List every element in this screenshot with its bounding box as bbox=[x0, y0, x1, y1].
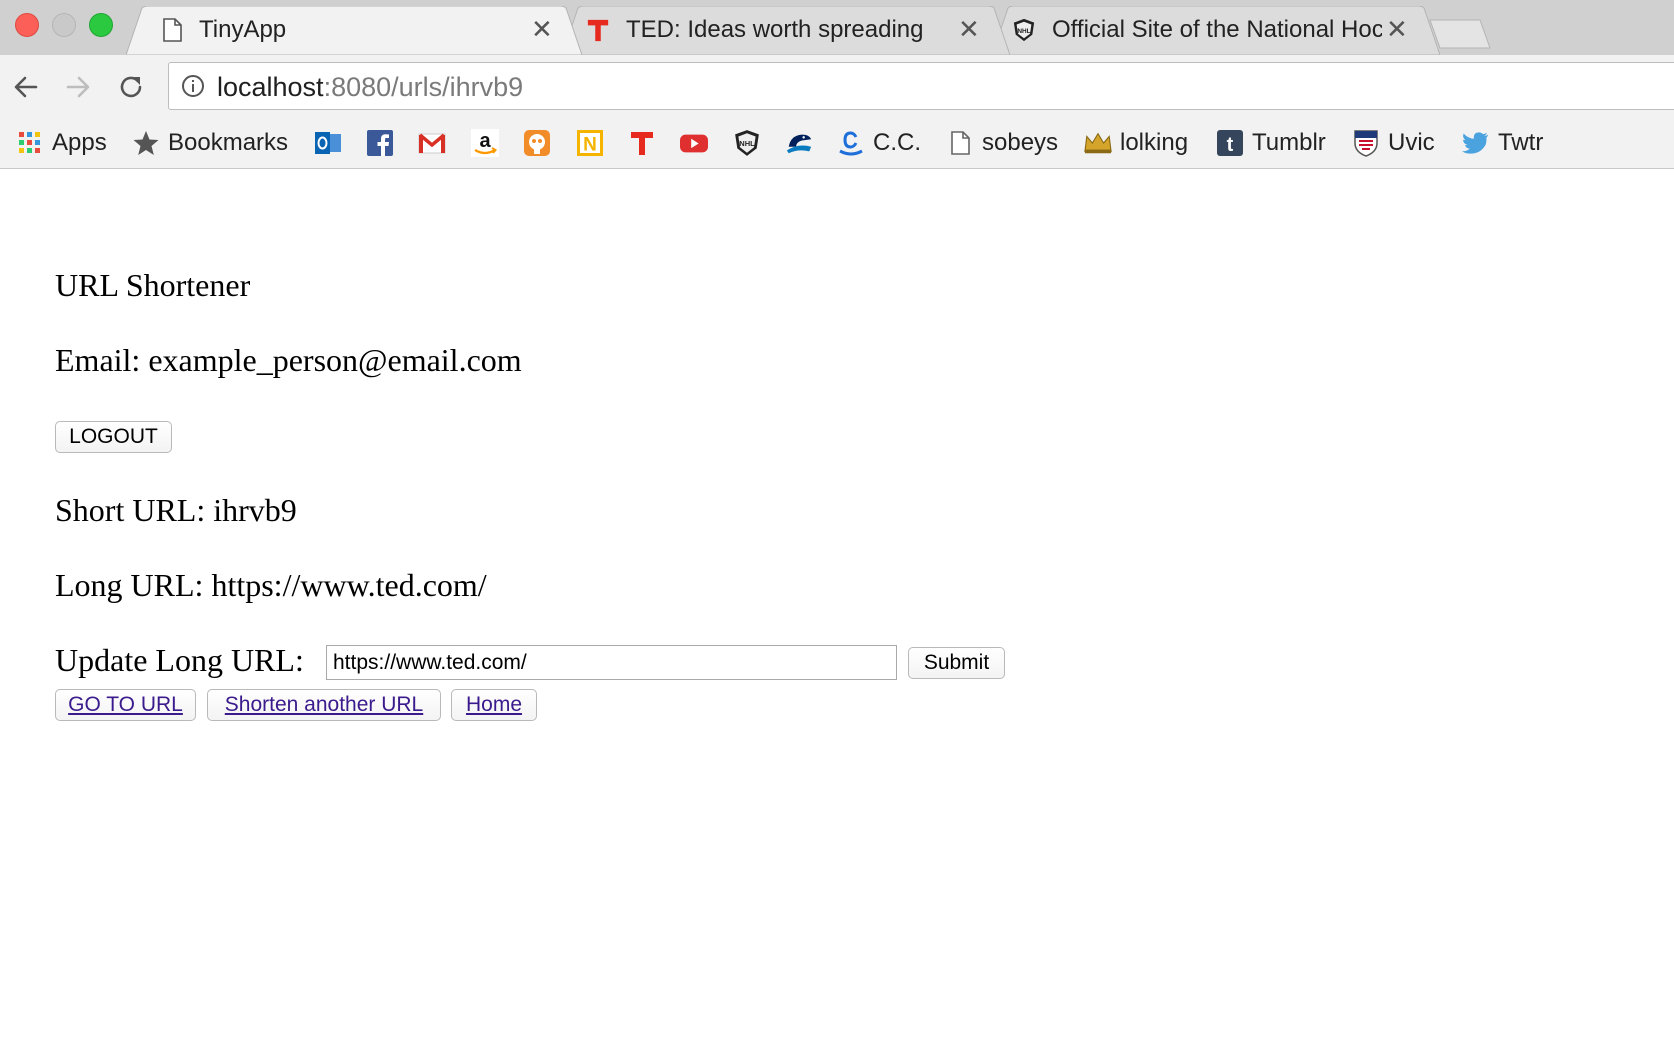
ted-icon bbox=[628, 129, 656, 157]
bookmark-sobeys[interactable]: sobeys bbox=[946, 127, 1058, 159]
cc-icon bbox=[837, 129, 865, 157]
ted-icon bbox=[586, 17, 610, 43]
tab-title: TED: Ideas worth spreading bbox=[626, 16, 924, 43]
logout-button[interactable]: LOGOUT bbox=[55, 421, 172, 453]
bookmark-tumblr[interactable]: t Tumblr bbox=[1216, 127, 1326, 159]
facebook-icon bbox=[366, 129, 394, 157]
tab-title: TinyApp bbox=[199, 16, 287, 43]
amazon-icon: a bbox=[471, 129, 499, 157]
bookmark-label: Twtr bbox=[1498, 129, 1544, 156]
bookmark-lolking[interactable]: lolking bbox=[1084, 127, 1188, 159]
nhl-icon: NHL bbox=[733, 129, 761, 157]
bookmark-facebook[interactable] bbox=[366, 127, 394, 159]
page-icon bbox=[946, 129, 974, 157]
star-icon bbox=[132, 129, 160, 157]
bookmark-ted[interactable] bbox=[628, 127, 656, 159]
page-icon bbox=[160, 17, 184, 43]
bookmark-bookmarks[interactable]: Bookmarks bbox=[132, 127, 288, 159]
arrow-right-icon bbox=[66, 76, 90, 98]
bookmark-nhl[interactable]: NHL bbox=[733, 127, 761, 159]
reload-button[interactable] bbox=[113, 69, 149, 105]
crown-icon bbox=[1084, 129, 1112, 157]
bookmark-uvic[interactable]: Uvic bbox=[1352, 127, 1435, 159]
info-icon[interactable] bbox=[181, 74, 205, 98]
back-button[interactable] bbox=[8, 69, 44, 105]
outlook-icon bbox=[314, 129, 342, 157]
bookmark-duolingo[interactable] bbox=[523, 127, 551, 159]
bookmark-cc[interactable]: C.C. bbox=[837, 127, 921, 159]
svg-text:a: a bbox=[479, 130, 491, 152]
twitter-icon bbox=[1462, 129, 1490, 157]
svg-text:t: t bbox=[1227, 134, 1234, 156]
canucks-icon bbox=[785, 129, 813, 157]
page-content: URL Shortener Email: example_person@emai… bbox=[0, 169, 1674, 1056]
email-line: Email: example_person@email.com bbox=[55, 342, 522, 378]
update-long-url-label: Update Long URL: bbox=[55, 642, 304, 678]
tumblr-icon: t bbox=[1216, 129, 1244, 157]
bookmark-youtube[interactable] bbox=[680, 127, 708, 159]
gmail-icon bbox=[418, 129, 446, 157]
uvic-icon bbox=[1352, 129, 1380, 157]
forward-button[interactable] bbox=[60, 69, 96, 105]
nhl-icon: NHL bbox=[1012, 17, 1036, 43]
bookmark-apps[interactable]: Apps bbox=[16, 127, 107, 159]
url-path: :8080/urls/ihrvb9 bbox=[323, 72, 524, 102]
tab-close-icon[interactable]: ✕ bbox=[1386, 15, 1408, 43]
bookmark-label: Bookmarks bbox=[168, 129, 289, 156]
home-button[interactable]: Home bbox=[451, 689, 537, 721]
tab-tinyapp[interactable]: TinyApp ✕ bbox=[126, 6, 582, 55]
svg-text:NHL: NHL bbox=[1017, 28, 1030, 35]
svg-text:NHL: NHL bbox=[739, 139, 755, 148]
arrow-left-icon bbox=[14, 76, 38, 98]
reload-icon bbox=[120, 76, 142, 98]
svg-text:N: N bbox=[583, 135, 597, 156]
tab-title: Official Site of the National Hoc bbox=[1052, 16, 1382, 43]
bookmark-gmail[interactable] bbox=[418, 127, 446, 159]
n-icon: N bbox=[576, 129, 604, 157]
window-close-button[interactable] bbox=[15, 13, 39, 37]
duolingo-icon bbox=[523, 129, 551, 157]
long-url-line: Long URL: https://www.ted.com/ bbox=[55, 567, 487, 603]
short-url-line: Short URL: ihrvb9 bbox=[55, 492, 297, 528]
bookmark-canucks[interactable] bbox=[785, 127, 813, 159]
tab-ted[interactable]: TED: Ideas worth spreading ✕ bbox=[562, 6, 1010, 55]
bookmarks-bar: Apps Bookmarks a N NHL C.C. sobeys lolki… bbox=[0, 117, 1674, 169]
submit-button[interactable]: Submit bbox=[908, 647, 1005, 679]
tab-close-icon[interactable]: ✕ bbox=[531, 15, 553, 43]
long-url-input[interactable] bbox=[326, 645, 897, 680]
window-maximize-button[interactable] bbox=[89, 13, 113, 37]
bookmark-amazon[interactable]: a bbox=[471, 127, 499, 159]
go-to-url-button[interactable]: GO TO URL bbox=[55, 689, 196, 721]
tab-strip: NHL Official Site of the National Hoc ✕ … bbox=[0, 0, 1674, 55]
url-host: localhost bbox=[217, 72, 324, 102]
apps-grid-icon bbox=[16, 129, 44, 157]
bookmark-label: lolking bbox=[1120, 129, 1189, 156]
tab-close-icon[interactable]: ✕ bbox=[958, 15, 980, 43]
address-bar[interactable]: localhost:8080/urls/ihrvb9 bbox=[168, 62, 1674, 110]
bookmark-label: Uvic bbox=[1388, 129, 1435, 156]
new-tab-button[interactable] bbox=[1428, 18, 1492, 50]
bookmark-n[interactable]: N bbox=[576, 127, 604, 159]
youtube-icon bbox=[680, 129, 708, 157]
bookmark-label: Apps bbox=[52, 129, 107, 156]
page-title: URL Shortener bbox=[55, 267, 251, 303]
browser-toolbar: localhost:8080/urls/ihrvb9 bbox=[0, 55, 1674, 117]
tab-nhl[interactable]: NHL Official Site of the National Hoc ✕ bbox=[992, 6, 1440, 55]
bookmark-outlook[interactable] bbox=[314, 127, 342, 159]
bookmark-label: C.C. bbox=[873, 129, 921, 156]
bookmark-twitter[interactable]: Twtr bbox=[1462, 127, 1543, 159]
bookmark-label: sobeys bbox=[982, 129, 1059, 156]
bookmark-label: Tumblr bbox=[1252, 129, 1326, 156]
window-minimize-button[interactable] bbox=[52, 13, 76, 37]
shorten-another-url-button[interactable]: Shorten another URL bbox=[207, 689, 441, 721]
url-text: localhost:8080/urls/ihrvb9 bbox=[217, 72, 523, 102]
